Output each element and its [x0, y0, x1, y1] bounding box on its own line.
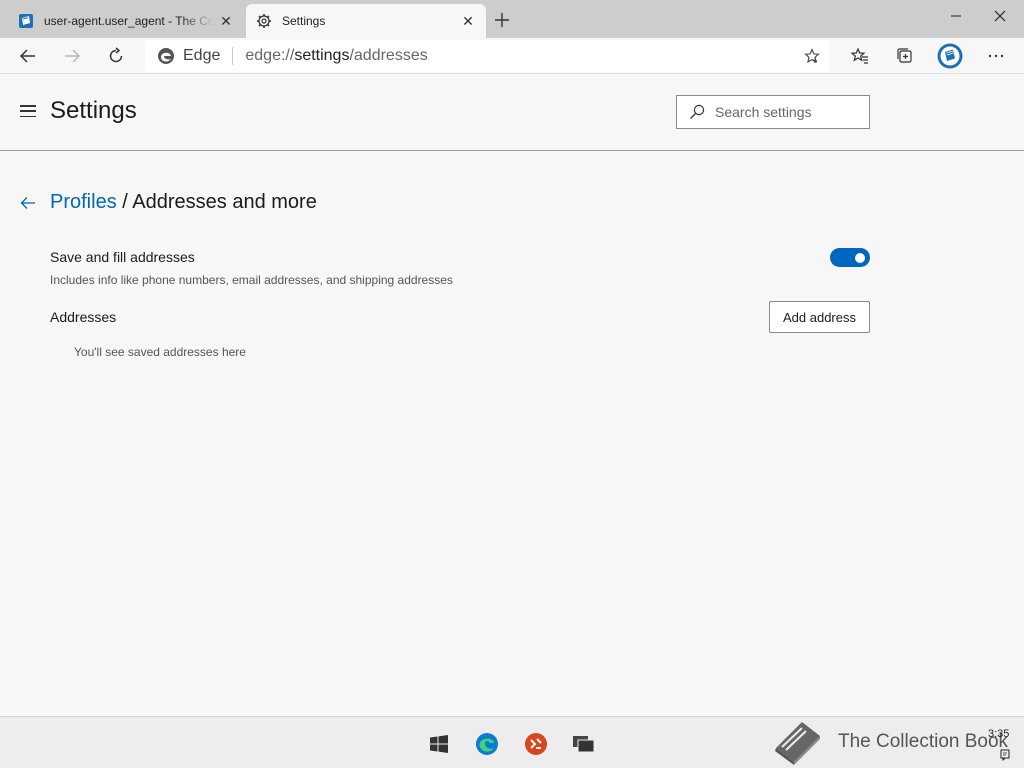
profile-avatar-icon[interactable] — [934, 40, 966, 72]
collection-book-icon — [18, 13, 34, 29]
task-view-icon[interactable] — [571, 731, 597, 757]
favorites-icon[interactable] — [844, 40, 876, 72]
tab-title: Settings — [282, 14, 326, 28]
gear-icon — [256, 13, 272, 29]
search-settings-box[interactable] — [676, 95, 870, 129]
windows-start-icon[interactable] — [426, 731, 452, 757]
addresses-heading: Addresses — [50, 309, 117, 325]
tab-user-agent[interactable]: user-agent.user_agent - The Coll ✕ — [8, 4, 244, 38]
site-label: Edge — [183, 47, 221, 64]
menu-icon[interactable] — [20, 105, 36, 117]
edge-browser-icon[interactable] — [474, 731, 500, 757]
close-tab-icon[interactable]: ✕ — [214, 9, 238, 33]
notification-icon[interactable] — [1000, 748, 1012, 762]
tab-settings[interactable]: Settings ✕ — [246, 4, 486, 38]
refresh-icon[interactable] — [100, 40, 132, 72]
address-divider — [232, 47, 234, 65]
tab-strip: user-agent.user_agent - The Coll ✕ Setti… — [0, 0, 1024, 38]
save-fill-title: Save and fill addresses — [50, 249, 195, 265]
add-address-button[interactable]: Add address — [769, 301, 870, 333]
minimize-icon[interactable] — [936, 4, 976, 28]
close-tab-icon[interactable]: ✕ — [456, 9, 480, 33]
clock: 3:35 — [988, 728, 1010, 740]
address-bar[interactable]: Edge edge://settings/addresses — [145, 40, 830, 72]
back-arrow-icon[interactable] — [18, 193, 38, 213]
breadcrumb-profiles-link[interactable]: Profiles — [50, 191, 117, 213]
close-window-icon[interactable] — [980, 4, 1020, 28]
save-fill-toggle[interactable] — [830, 248, 870, 267]
search-icon — [690, 104, 705, 119]
watermark: The Collection Book — [772, 718, 1008, 766]
back-icon[interactable] — [12, 40, 44, 72]
toggle-knob — [855, 252, 865, 263]
favorite-star-icon[interactable] — [802, 46, 822, 66]
tab-title: user-agent.user_agent - The Coll — [44, 14, 214, 28]
url-text[interactable]: edge://settings/addresses — [245, 47, 427, 65]
more-options-icon[interactable] — [980, 40, 1012, 72]
settings-header: Settings — [0, 75, 1024, 151]
breadcrumb: Profiles / Addresses and more — [50, 191, 317, 214]
breadcrumb-separator: / — [116, 191, 133, 213]
search-input[interactable] — [715, 104, 855, 120]
page-title: Settings — [50, 97, 137, 124]
book-logo-icon — [775, 722, 820, 765]
browser-toolbar: Edge edge://settings/addresses — [0, 38, 1024, 74]
empty-addresses-message: You'll see saved addresses here — [74, 345, 246, 359]
forward-icon[interactable] — [56, 40, 88, 72]
new-tab-icon[interactable] — [490, 8, 514, 32]
save-fill-description: Includes info like phone numbers, email … — [50, 273, 453, 287]
breadcrumb-current: Addresses and more — [132, 191, 317, 213]
collections-icon[interactable] — [889, 40, 921, 72]
watermark-text: The Collection Book — [838, 731, 1009, 752]
edge-logo-icon — [158, 48, 174, 64]
remote-app-icon[interactable] — [523, 731, 549, 757]
